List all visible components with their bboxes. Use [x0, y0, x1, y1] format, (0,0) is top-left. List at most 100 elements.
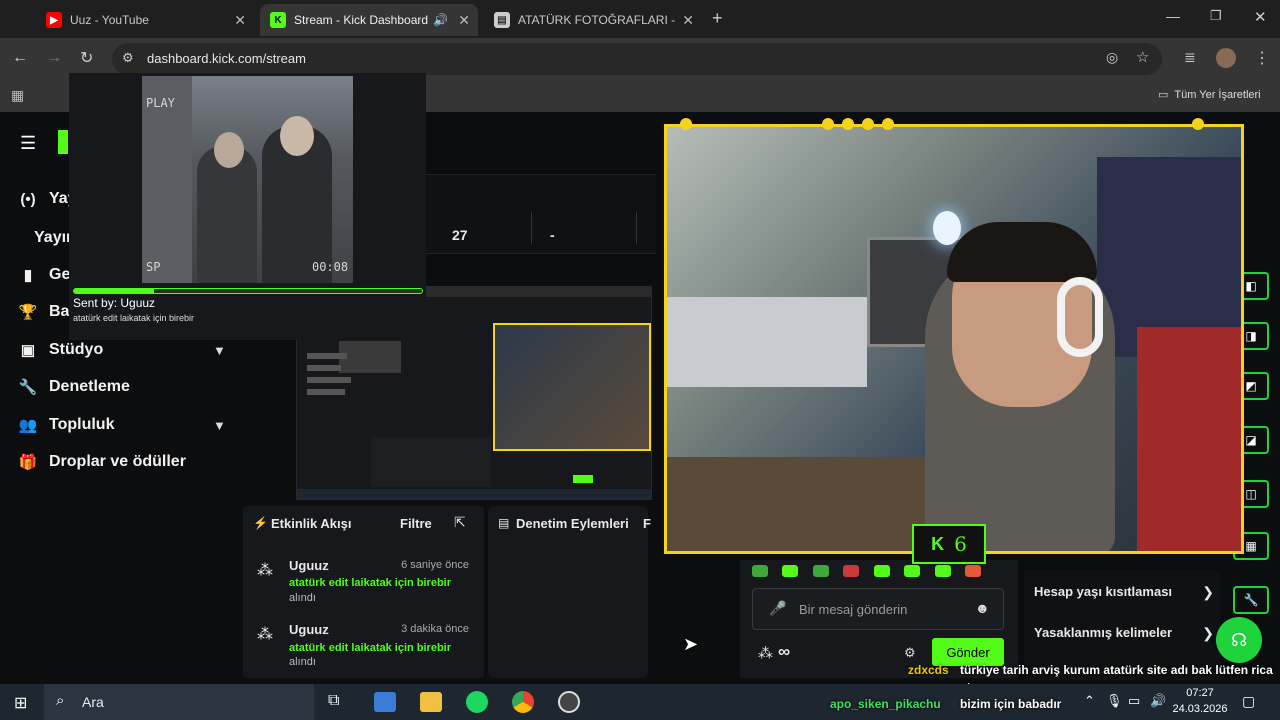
gear-icon[interactable]: ⚙: [904, 645, 916, 661]
mic-icon[interactable]: 🎤: [769, 600, 786, 617]
setting-row[interactable]: Yasaklanmış kelimeler ❯: [1034, 625, 1214, 642]
frame-dot: [882, 118, 894, 130]
back-icon[interactable]: ←: [12, 49, 28, 67]
send-label: Gönder: [946, 644, 990, 660]
taskbar-search[interactable]: ⌕ Ara: [44, 684, 314, 720]
sidebar-item-ba[interactable]: 🏆 Ba: [18, 303, 70, 321]
user-group-icon: ⁂: [257, 626, 273, 643]
all-bookmarks-label: Tüm Yer İşaretleri: [1174, 88, 1261, 101]
window-close-icon[interactable]: ✕: [1254, 8, 1267, 26]
frame-dot: [862, 118, 874, 130]
alert-sender: Sent by: Uguuz: [73, 296, 156, 310]
stat-value: 27: [452, 227, 468, 243]
site-info-icon[interactable]: ⚙: [122, 50, 134, 66]
tab-ataturk[interactable]: ▤ ATATÜRK FOTOĞRAFLARI - Atat ✕: [484, 4, 702, 36]
tab-kick[interactable]: K Stream - Kick Dashboard 🔊 ✕: [260, 4, 478, 36]
forward-icon[interactable]: →: [46, 49, 62, 67]
url-box[interactable]: ⚙ dashboard.kick.com/stream ◎ ☆: [112, 43, 1162, 75]
event-reward: atatürk edit laikatak için birebir: [289, 642, 452, 654]
chat-input[interactable]: 🎤 Bir mesaj gönderin ☻: [752, 588, 1004, 630]
volume-icon[interactable]: 🔊: [1150, 693, 1166, 709]
preview-sidebar: [307, 347, 367, 427]
profile-avatar[interactable]: [1216, 48, 1236, 68]
tab-title: Stream - Kick Dashboard: [294, 13, 429, 27]
clock-time[interactable]: 07:27: [1174, 687, 1226, 699]
hamburger-icon[interactable]: ☰: [20, 133, 36, 154]
spotify-icon[interactable]: [466, 691, 488, 713]
obs-icon[interactable]: [558, 691, 580, 713]
frame-dot: [680, 118, 692, 130]
sidebar-item-droplar[interactable]: 🎁 Droplar ve ödüller: [18, 453, 186, 471]
task-view-icon[interactable]: ⧉: [328, 692, 339, 710]
all-bookmarks[interactable]: ▭ Tüm Yer İşaretleri: [1158, 88, 1261, 102]
chat-panel: 🎤 Bir mesaj gönderin ☻ ⁂ ∞ ⚙ Gönder: [740, 560, 1018, 678]
tab-title: Uuz - YouTube: [70, 13, 149, 27]
video-play-text: PLAY: [146, 96, 175, 110]
sidebar-item-denetleme[interactable]: 🔧 Denetleme: [18, 378, 130, 396]
menu-icon[interactable]: ⋮: [1254, 48, 1270, 68]
browser-tabbar: ▶ Uuz - YouTube ✕ K Stream - Kick Dashbo…: [0, 0, 1280, 38]
eye-off-icon[interactable]: ◎: [1106, 49, 1118, 66]
sidebar-item-label: Stüdyo: [49, 341, 104, 358]
folder-icon[interactable]: [420, 692, 442, 712]
reload-icon[interactable]: ↻: [80, 48, 93, 68]
minimize-icon[interactable]: —: [1166, 8, 1180, 24]
speaker-icon[interactable]: 🔊: [433, 13, 448, 27]
sidebar-item-studyo[interactable]: ▣ Stüdyo ▼: [18, 341, 228, 359]
user-group-icon[interactable]: ⁂: [758, 644, 773, 662]
windows-start-icon[interactable]: ⊞: [14, 693, 27, 713]
close-icon[interactable]: ✕: [458, 12, 470, 29]
search-icon: ⌕: [56, 692, 65, 709]
close-icon[interactable]: ✕: [234, 12, 246, 29]
url-text[interactable]: dashboard.kick.com/stream: [147, 51, 306, 66]
notification-icon[interactable]: ▢: [1242, 693, 1255, 710]
event-user[interactable]: Uguuz: [289, 622, 329, 637]
webcam-chair: [1137, 327, 1241, 551]
tab-youtube[interactable]: ▶ Uuz - YouTube ✕: [36, 4, 254, 36]
clock-date[interactable]: 24.03.2026: [1170, 703, 1230, 715]
new-tab-icon[interactable]: +: [712, 8, 723, 29]
lightning-icon: ⚡: [253, 516, 268, 530]
frame-dot: [822, 118, 834, 130]
star-icon[interactable]: ☆: [1136, 48, 1149, 66]
wrench-icon: 🔧: [18, 379, 38, 396]
frame-dot: [1192, 118, 1204, 130]
restore-icon[interactable]: ❐: [1210, 8, 1222, 24]
youtube-icon: ▶: [46, 12, 62, 28]
close-icon[interactable]: ✕: [682, 12, 694, 29]
chrome-icon[interactable]: [512, 691, 534, 713]
alert-progress-fill: [74, 289, 155, 293]
alert-message: atatürk edit laikatak için birebir: [73, 313, 195, 323]
popout-icon[interactable]: ⇱: [454, 514, 466, 531]
video-face: [214, 132, 244, 168]
setting-row[interactable]: Hesap yaşı kısıtlaması ❯: [1034, 584, 1214, 601]
sidebar-item-topluluk[interactable]: 👥 Topluluk ▼: [18, 416, 228, 434]
divider: [636, 212, 637, 244]
alert-progress: [73, 288, 423, 294]
event-reward: atatürk edit laikatak için birebir: [289, 577, 452, 589]
sidebar-item-yayin[interactable]: (•) Yay: [18, 190, 76, 208]
page-icon: ▤: [494, 12, 510, 28]
app-icon[interactable]: [374, 692, 396, 712]
studio-icon: ▣: [20, 342, 36, 359]
search-placeholder: Ara: [82, 694, 104, 710]
kick-logo[interactable]: [58, 130, 68, 154]
emoji-icon[interactable]: ☻: [975, 600, 990, 616]
apps-icon[interactable]: ▦: [11, 87, 24, 104]
filter-button[interactable]: Filtre: [400, 516, 432, 531]
wrench-icon[interactable]: 🔧: [1233, 586, 1269, 614]
support-headset-icon[interactable]: ☊: [1216, 617, 1262, 663]
event-status: alındı: [289, 656, 316, 668]
setting-label: Hesap yaşı kısıtlaması: [1034, 584, 1173, 599]
sidebar-subitem[interactable]: Yayır: [34, 229, 72, 247]
webcam-overlay: K 6: [650, 112, 1256, 567]
tab-title: ATATÜRK FOTOĞRAFLARI - Atat: [518, 13, 678, 27]
video-sp-text: SP: [146, 260, 161, 274]
chevron-right-icon: ❯: [1202, 625, 1214, 641]
chart-icon: ▮: [23, 267, 33, 284]
preview-send: [573, 475, 593, 483]
webcam-hair: [947, 222, 1097, 282]
event-user[interactable]: Uguuz: [289, 558, 329, 573]
sidebar-item-ge[interactable]: ▮ Ge: [18, 266, 70, 284]
media-icon[interactable]: ≣: [1184, 49, 1196, 66]
